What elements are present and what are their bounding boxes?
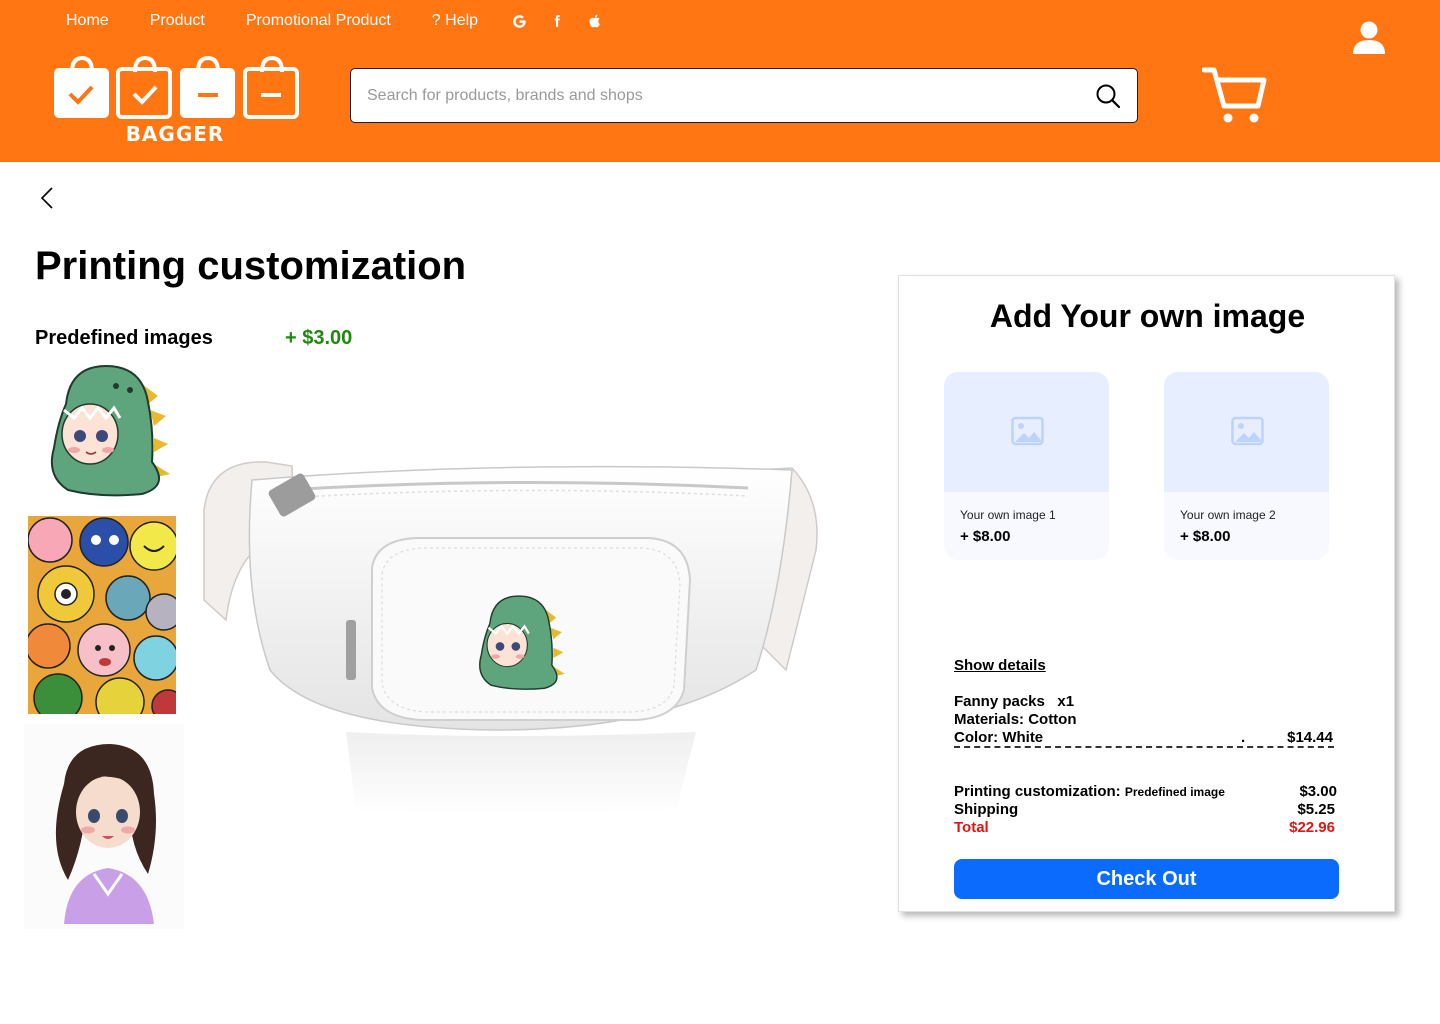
order-panel: Add Your own image Your own image 1 + $8… [898,275,1395,912]
item-line: Fanny packs x1 [954,693,1075,710]
materials-line: Materials: Cotton [954,711,1077,728]
user-profile-icon[interactable] [1351,20,1387,56]
top-header: Home Product Promotional Product ? Help … [0,0,1440,162]
monster-pattern-illustration [28,516,176,714]
back-arrow-icon[interactable] [38,186,58,210]
upload-image-placeholder [1164,372,1329,492]
upload-card-label: Your own image 2 [1180,508,1276,522]
predefined-images-price: + $3.00 [285,327,353,349]
color-line: Color: White [954,729,1044,746]
upload-image-placeholder [944,372,1109,492]
total-label: Total [954,819,989,836]
predefined-image-monster-pattern[interactable] [28,516,176,714]
printing-label: Printing customization: [954,783,1121,800]
predefined-images-label: Predefined images [35,327,213,349]
shipping-label: Shipping [954,801,1019,818]
nav-home-link[interactable]: Home [66,12,109,30]
image-placeholder-icon [1231,416,1264,446]
search-icon[interactable] [1095,83,1121,109]
facebook-icon[interactable] [548,12,566,30]
nav-help-link[interactable]: ? Help [432,12,478,30]
image-placeholder-icon [1011,416,1044,446]
brand-name: BAGGER [125,122,225,146]
predefined-image-dino-kid[interactable] [30,352,180,502]
google-icon[interactable] [510,12,528,30]
upload-image-card-1[interactable]: Your own image 1 + $8.00 [944,372,1109,560]
checkout-button[interactable]: Check Out [954,859,1339,899]
dino-kid-illustration [50,364,170,497]
upload-card-price: + $8.00 [1180,528,1231,545]
printing-price: $3.00 [1299,783,1337,800]
upload-card-label: Your own image 1 [960,508,1056,522]
total-price: $22.96 [1289,819,1335,836]
summary-divider [954,746,1334,748]
girl-portrait-illustration [24,724,184,929]
show-details-link[interactable]: Show details [954,657,1046,674]
search-input[interactable] [367,69,1067,122]
item-price: $14.44 [1287,729,1333,746]
upload-card-price: + $8.00 [960,528,1011,545]
cart-icon[interactable] [1202,66,1268,126]
printing-line: Printing customization: Predefined image [954,783,1225,800]
page-title: Printing customization [35,244,467,288]
search-bar [350,68,1138,123]
top-nav: Home Product Promotional Product ? Help [66,10,624,32]
upload-image-card-2[interactable]: Your own image 2 + $8.00 [1164,372,1329,560]
printing-note: Predefined image [1124,785,1225,799]
nav-promotional-link[interactable]: Promotional Product [246,12,391,30]
add-image-title: Add Your own image [989,298,1306,334]
shipping-price: $5.25 [1297,801,1335,818]
apple-icon[interactable] [586,12,604,30]
item-dot: . [1241,729,1246,746]
fanny-pack-product-image [203,461,818,815]
predefined-image-girl-portrait[interactable] [24,724,184,929]
nav-product-link[interactable]: Product [150,12,205,30]
